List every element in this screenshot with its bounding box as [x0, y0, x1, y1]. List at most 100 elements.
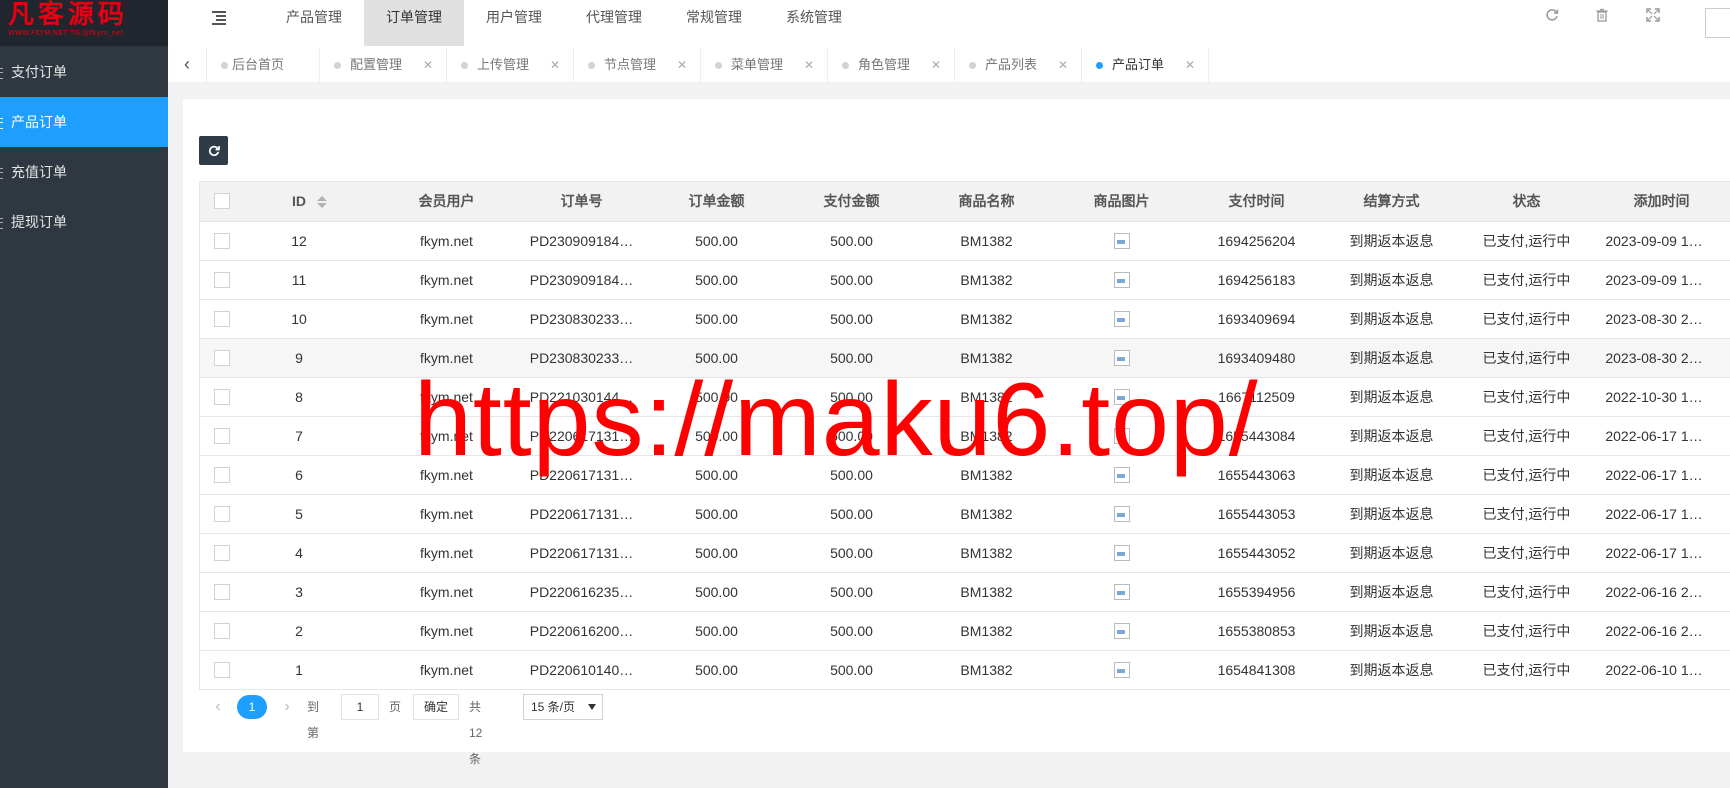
- table-row[interactable]: 10 fkym.net PD230830233… 500.00 500.00 BM1382…: [200, 300, 1730, 339]
- tab-roles[interactable]: 角色管理 ✕: [828, 48, 955, 82]
- table-refresh-button[interactable]: [199, 136, 228, 165]
- avatar[interactable]: [1705, 8, 1730, 38]
- goto-page-input[interactable]: 1: [341, 694, 379, 720]
- tab-product-list[interactable]: 产品列表 ✕: [955, 48, 1082, 82]
- close-icon[interactable]: ✕: [931, 48, 941, 82]
- menu-toggle-icon[interactable]: [212, 11, 228, 25]
- table-row[interactable]: 5 fkym.net PD220617131… 500.00 500.00 BM1382 1…: [200, 495, 1730, 534]
- cell-product-image: [1054, 651, 1189, 689]
- cell-paid-amount: 500.00: [830, 545, 873, 561]
- broken-image-icon[interactable]: [1113, 623, 1130, 640]
- trash-icon[interactable]: [1594, 8, 1610, 24]
- tab-product-orders[interactable]: 产品订单 ✕: [1082, 48, 1209, 82]
- header-col-paid-time: 支付时间: [1228, 193, 1285, 209]
- close-icon[interactable]: ✕: [804, 48, 814, 82]
- cell-product-name: BM1382: [960, 350, 1013, 366]
- sidebar-item-recharge-orders[interactable]: 充值订单: [0, 147, 168, 197]
- orders-table: ID 会员用户 订单号 订单金额 支付金额 商品名称 商品图片 支付时间 结算方式 状态 添加时间 …: [199, 181, 1730, 690]
- nav-order-management[interactable]: 订单管理: [364, 0, 464, 46]
- header-col-id[interactable]: ID: [244, 182, 354, 221]
- row-checkbox[interactable]: [214, 467, 230, 483]
- broken-image-icon[interactable]: [1113, 389, 1130, 406]
- table-row[interactable]: 8 fkym.net PD221030144… 500.00 500.00 BM1382 1…: [200, 378, 1730, 417]
- nav-agent-management[interactable]: 代理管理: [564, 0, 664, 46]
- broken-image-icon[interactable]: [1113, 311, 1130, 328]
- broken-image-icon[interactable]: [1113, 545, 1130, 562]
- tab-nodes[interactable]: 节点管理 ✕: [574, 48, 701, 82]
- tab-upload[interactable]: 上传管理 ✕: [447, 48, 574, 82]
- table-row[interactable]: 1 fkym.net PD220610140… 500.00 500.00 BM1382 1…: [200, 651, 1730, 690]
- cell-settlement: 到期返本返息: [1349, 272, 1434, 288]
- row-checkbox[interactable]: [214, 506, 230, 522]
- fullscreen-icon[interactable]: [1645, 8, 1661, 24]
- cell-settlement: 到期返本返息: [1349, 350, 1434, 366]
- broken-image-icon[interactable]: [1113, 350, 1130, 367]
- sidebar-item-withdraw-orders[interactable]: 提现订单: [0, 197, 168, 247]
- row-checkbox[interactable]: [214, 662, 230, 678]
- table-header-row: ID 会员用户 订单号 订单金额 支付金额 商品名称 商品图片 支付时间 结算方式 状态 添加时间: [200, 182, 1730, 222]
- cell-id: 4: [295, 545, 303, 561]
- cell-id: 2: [295, 623, 303, 639]
- chevron-right-icon[interactable]: ›: [276, 694, 298, 720]
- table-row[interactable]: 12 fkym.net PD230909184… 500.00 500.00 BM1382…: [200, 222, 1730, 261]
- row-checkbox[interactable]: [214, 428, 230, 444]
- nav-general-management[interactable]: 常规管理: [664, 0, 764, 46]
- tab-config[interactable]: 配置管理 ✕: [320, 48, 447, 82]
- broken-image-icon[interactable]: [1113, 662, 1130, 679]
- cell-id: 11: [291, 272, 307, 288]
- row-checkbox[interactable]: [214, 389, 230, 405]
- cell-product-image: [1054, 612, 1189, 650]
- nav-user-management[interactable]: 用户管理: [464, 0, 564, 46]
- row-checkbox[interactable]: [214, 311, 230, 327]
- select-all-checkbox[interactable]: [214, 193, 230, 209]
- nav-system-management[interactable]: 系统管理: [764, 0, 864, 46]
- close-icon[interactable]: ✕: [1058, 48, 1068, 82]
- cell-created-time: 2022-10-30 1…: [1605, 389, 1703, 405]
- logo[interactable]: 凡客源码 WWW.FKYM.NET TG:@fkym_net: [0, 0, 168, 46]
- close-icon[interactable]: ✕: [1185, 48, 1195, 82]
- table-row[interactable]: 11 fkym.net PD230909184… 500.00 500.00 BM1382…: [200, 261, 1730, 300]
- cell-paid-amount: 500.00: [830, 350, 873, 366]
- table-row[interactable]: 9 fkym.net PD230830233… 500.00 500.00 BM1382 1…: [200, 339, 1730, 378]
- cell-paid-time: 1655394956: [1217, 584, 1296, 600]
- table-row[interactable]: 4 fkym.net PD220617131… 500.00 500.00 BM1382 1…: [200, 534, 1730, 573]
- broken-image-icon[interactable]: [1113, 233, 1130, 250]
- row-checkbox[interactable]: [214, 623, 230, 639]
- tab-dot: [969, 62, 976, 69]
- table-row[interactable]: 6 fkym.net PD220617131… 500.00 500.00 BM1382 1…: [200, 456, 1730, 495]
- broken-image-icon[interactable]: [1113, 272, 1130, 289]
- sidebar-item-payment-orders[interactable]: 支付订单: [0, 47, 168, 97]
- table-row[interactable]: 7 fkym.net PD220617131… 500.00 500.00 BM1382 1…: [200, 417, 1730, 456]
- cell-settlement: 到期返本返息: [1349, 428, 1434, 444]
- cell-order-amount: 500.00: [695, 350, 738, 366]
- chevron-left-icon[interactable]: ‹: [168, 48, 207, 82]
- close-icon[interactable]: ✕: [677, 48, 687, 82]
- goto-confirm-button[interactable]: 确定: [413, 694, 459, 720]
- row-checkbox[interactable]: [214, 350, 230, 366]
- close-icon[interactable]: ✕: [423, 48, 433, 82]
- row-checkbox[interactable]: [214, 233, 230, 249]
- sidebar-item-product-orders[interactable]: 产品订单: [0, 97, 168, 147]
- broken-image-icon[interactable]: [1113, 428, 1130, 445]
- nav-product-management[interactable]: 产品管理: [264, 0, 364, 46]
- row-checkbox[interactable]: [214, 545, 230, 561]
- cell-paid-amount: 500.00: [830, 467, 873, 483]
- cell-member: fkym.net: [420, 428, 473, 444]
- cell-order-amount: 500.00: [695, 506, 738, 522]
- broken-image-icon[interactable]: [1113, 584, 1130, 601]
- refresh-icon[interactable]: [1544, 8, 1560, 24]
- tab-menus[interactable]: 菜单管理 ✕: [701, 48, 828, 82]
- current-page[interactable]: 1: [237, 695, 267, 719]
- page-size-select[interactable]: 15 条/页: [523, 694, 603, 720]
- broken-image-icon[interactable]: [1113, 506, 1130, 523]
- cell-order-amount: 500.00: [695, 467, 738, 483]
- table-row[interactable]: 3 fkym.net PD220616235… 500.00 500.00 BM1382 1…: [200, 573, 1730, 612]
- tab-dashboard[interactable]: 后台首页: [207, 48, 320, 82]
- table-row[interactable]: 2 fkym.net PD220616200… 500.00 500.00 BM1382 1…: [200, 612, 1730, 651]
- row-checkbox[interactable]: [214, 584, 230, 600]
- broken-image-icon[interactable]: [1113, 467, 1130, 484]
- chevron-left-icon[interactable]: ‹: [207, 694, 229, 720]
- row-checkbox[interactable]: [214, 272, 230, 288]
- cell-created-time: 2023-09-09 1…: [1605, 272, 1703, 288]
- close-icon[interactable]: ✕: [550, 48, 560, 82]
